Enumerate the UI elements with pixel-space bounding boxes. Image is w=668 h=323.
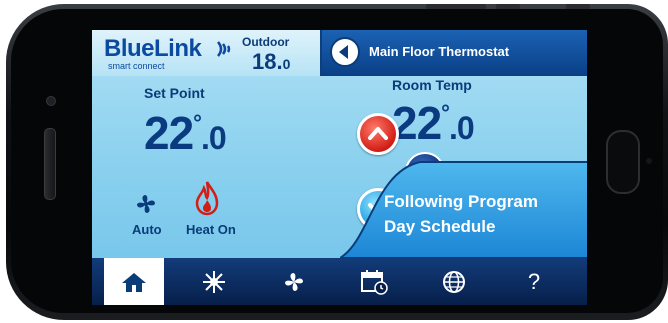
setpoint-value: 22°.0 <box>144 107 227 159</box>
nav-fan[interactable] <box>264 258 324 305</box>
globe-icon <box>443 270 465 293</box>
nav-heat-cool[interactable] <box>184 258 244 305</box>
nav-home[interactable] <box>104 258 164 305</box>
thermostat-name: Main Floor Thermostat <box>369 44 510 59</box>
thermostat-screen: BlueLink smart connect Outdoor 18.0 Main… <box>92 30 587 305</box>
chevron-up-icon <box>368 127 388 140</box>
outdoor-temp: 18.0 <box>252 49 291 74</box>
program-schedule: Day Schedule <box>384 217 496 236</box>
nav-help[interactable]: ? <box>504 258 564 305</box>
camera <box>46 96 56 106</box>
room-temp-value: 22°.0 <box>392 97 475 149</box>
schedule-icon <box>361 269 388 295</box>
speaker-grille <box>44 128 56 200</box>
heat-cool-icon <box>203 270 225 293</box>
phone-home-button <box>606 130 640 194</box>
brand-logo: BlueLink smart connect Outdoor 18.0 <box>92 30 322 76</box>
brand-name: BlueLink <box>104 35 202 62</box>
heat-mode-label: Heat On <box>186 222 236 237</box>
fan-icon <box>285 272 303 291</box>
increase-setpoint-button[interactable] <box>357 113 399 155</box>
bottom-nav: ? <box>92 258 587 305</box>
header-bar: BlueLink smart connect Outdoor 18.0 Main… <box>92 30 587 76</box>
program-status: Following Program <box>384 192 538 211</box>
proximity-sensor <box>646 158 652 164</box>
home-icon <box>122 272 146 292</box>
help-icon: ? <box>527 268 541 294</box>
setpoint-label: Set Point <box>144 85 205 101</box>
outdoor-label: Outdoor <box>242 35 290 49</box>
brand-tagline: smart connect <box>108 61 165 71</box>
room-temp-label: Room Temp <box>392 77 472 93</box>
back-button[interactable] <box>330 37 360 67</box>
back-arrow-icon <box>339 45 348 59</box>
nav-schedule[interactable] <box>344 258 404 305</box>
flame-icon <box>195 181 219 216</box>
nav-globe[interactable] <box>424 258 484 305</box>
fan-icon <box>137 195 155 213</box>
fan-mode-label: Auto <box>132 222 162 237</box>
signal-icon <box>217 41 231 57</box>
